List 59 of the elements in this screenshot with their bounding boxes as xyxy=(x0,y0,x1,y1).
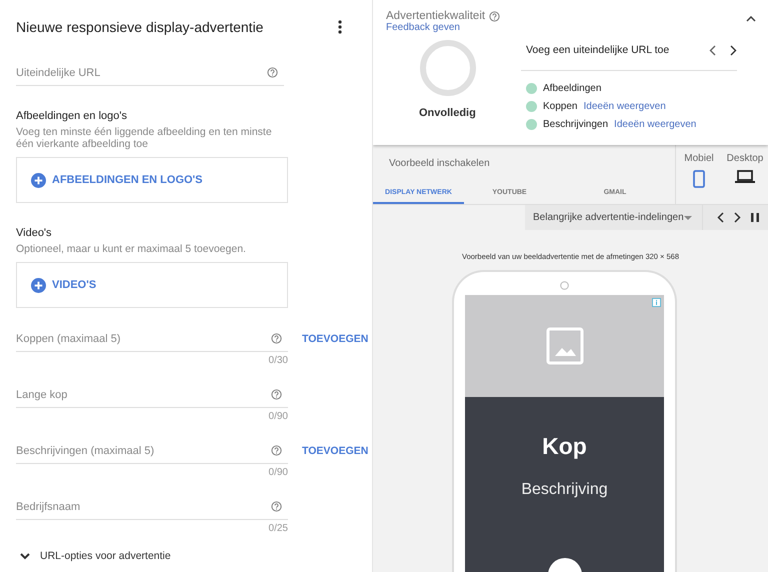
image-icon xyxy=(546,327,584,365)
score-ring xyxy=(419,39,477,97)
add-button[interactable]: TOEVOEGEN xyxy=(302,333,368,345)
checklist-label: Beschrijvingen xyxy=(543,118,608,130)
next-icon[interactable] xyxy=(734,212,741,223)
section-heading: Afbeeldingen en logo's xyxy=(16,110,128,122)
character-counter: 0/90 xyxy=(268,467,288,478)
add-media-button[interactable]: AFBEELDINGEN EN LOGO'S xyxy=(31,172,203,188)
quality-title: Advertentiekwaliteit xyxy=(386,10,486,22)
status-dot xyxy=(526,82,537,94)
character-counter: 0/90 xyxy=(268,411,288,422)
device-toggle[interactable]: Mobiel xyxy=(676,145,722,204)
quality-status: Onvolledig xyxy=(419,107,477,119)
text-input-field[interactable]: Koppen (maximaal 5) xyxy=(16,326,288,352)
next-icon[interactable] xyxy=(730,44,737,56)
text-input-field[interactable]: Bedrijfsnaam xyxy=(16,494,288,520)
add-media-button[interactable]: VIDEO'S xyxy=(31,278,96,292)
chevron-icon xyxy=(20,552,30,560)
laptop-icon xyxy=(735,170,755,183)
help-icon[interactable] xyxy=(271,501,282,512)
status-dot xyxy=(526,100,537,112)
phone-icon xyxy=(693,170,705,188)
editor-title: Nieuwe responsieve display-advertentie xyxy=(16,19,264,35)
ideas-link[interactable]: Ideeën weergeven xyxy=(583,100,666,112)
add-circle-icon xyxy=(31,172,46,188)
format-dropdown[interactable]: Belangrijke advertentie-indelingen xyxy=(525,205,703,230)
ad-headline: Kop xyxy=(542,433,587,460)
ideas-link[interactable]: Ideeën weergeven xyxy=(614,118,696,130)
previous-icon[interactable] xyxy=(717,212,724,223)
pause-icon[interactable] xyxy=(751,213,759,222)
ad-description: Beschrijving xyxy=(521,481,608,499)
help-icon[interactable] xyxy=(267,67,278,78)
previous-icon[interactable] xyxy=(709,44,716,56)
section-hint: Voeg ten minste één liggende afbeelding en ten minste één vierkante afbeelding toe xyxy=(16,126,273,150)
help-icon[interactable] xyxy=(489,10,500,22)
character-counter: 0/25 xyxy=(268,523,288,534)
section-hint: Optioneel, maar u kunt er maximaal 5 toevoegen. xyxy=(16,243,247,255)
status-dot xyxy=(526,118,537,130)
quality-tip: Voeg een uiteindelijke URL toe xyxy=(526,44,670,56)
text-input-field[interactable]: Beschrijvingen (maximaal 5) xyxy=(16,438,288,464)
url-options-toggle[interactable]: URL-opties voor advertentie xyxy=(16,550,171,562)
device-toggle[interactable]: Desktop xyxy=(722,145,768,204)
character-counter: 0/30 xyxy=(268,355,288,366)
dropdown-arrow-icon xyxy=(684,216,692,220)
feedback-link[interactable]: Feedback geven xyxy=(386,22,516,33)
help-icon[interactable] xyxy=(271,333,282,344)
collapse-icon[interactable] xyxy=(746,16,756,22)
text-input-field[interactable]: Lange kop xyxy=(16,382,288,408)
section-heading: Video's xyxy=(16,227,53,239)
camera-dot-icon xyxy=(560,281,569,290)
checklist-label: Koppen xyxy=(543,100,578,112)
more-menu-icon[interactable] xyxy=(338,20,342,34)
checklist-label: Afbeeldingen xyxy=(543,82,602,94)
help-icon[interactable] xyxy=(271,445,282,456)
url-input-field[interactable]: Uiteindelijke URL xyxy=(16,60,284,86)
add-circle-icon xyxy=(31,278,46,292)
add-button[interactable]: TOEVOEGEN xyxy=(302,445,368,457)
help-icon[interactable] xyxy=(271,389,282,400)
preview-toggle-label: Voorbeeld inschakelen xyxy=(389,158,491,169)
